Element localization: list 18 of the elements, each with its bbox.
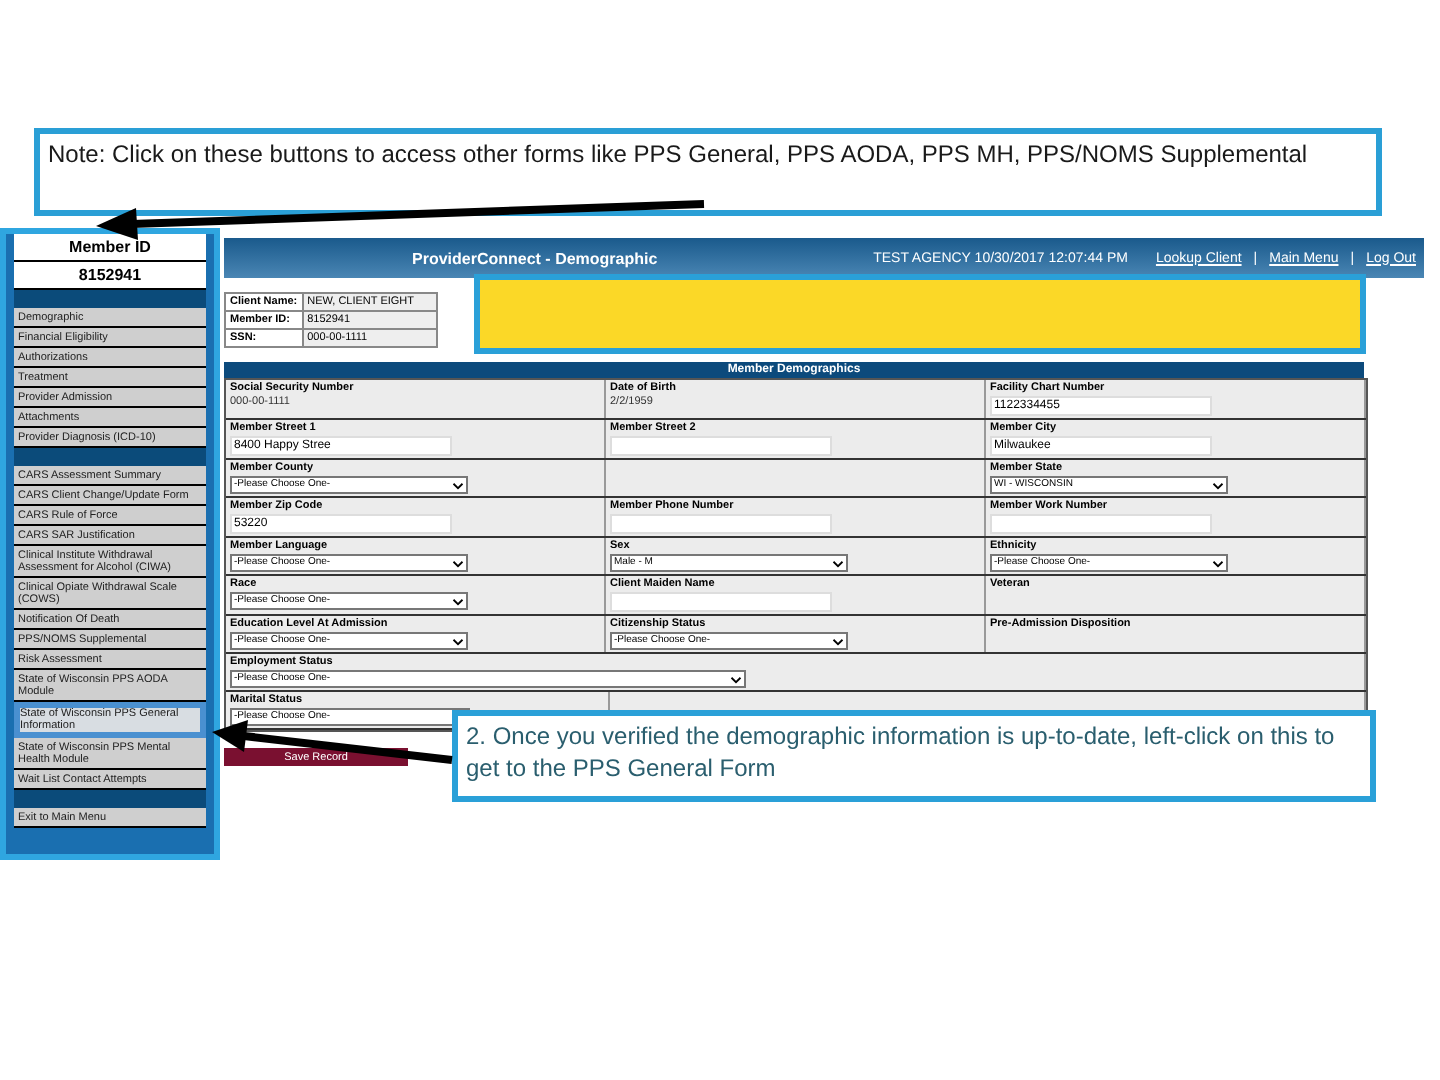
chevron-icon [451,597,464,605]
chevron-icon [1211,559,1224,567]
chevron-icon [451,559,464,567]
member-id-value: 8152941 [14,262,206,290]
note-callout: Note: Click on these buttons to access other forms like PPS General, PPS AODA, PPS MH, PPS/NOMS Supplemental [34,128,1382,216]
chevron-icon [451,481,464,489]
input-field[interactable] [610,514,833,534]
member-id-label: Member ID [14,234,206,262]
input-field[interactable] [990,514,1213,534]
input-field[interactable] [610,592,833,612]
chevron-icon [1211,481,1224,489]
chevron-icon [831,637,844,645]
note-callout: 2. Once you verified the demographic information is up-to-date, left-click on this to get to the PPS General Form [452,710,1376,802]
chevron-icon [730,675,743,683]
input-field[interactable] [610,436,833,456]
chevron-icon [831,559,844,567]
page-title: ProviderConnect - Demographic [412,249,658,267]
chevron-icon [451,637,464,645]
